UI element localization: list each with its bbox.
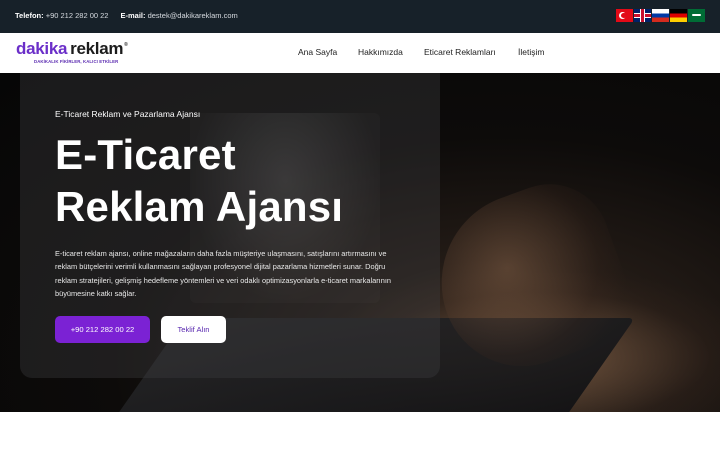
de-flag-icon[interactable]: [670, 9, 687, 22]
tr-flag-icon[interactable]: [616, 9, 633, 22]
phone-label: Telefon:: [15, 11, 44, 20]
hero-title-line-1: E-Ticaret: [55, 131, 236, 178]
phone-call-button[interactable]: +90 212 282 00 22: [55, 316, 150, 343]
nav-item-hakkimizda[interactable]: Hakkımızda: [358, 47, 403, 57]
gb-flag-icon[interactable]: [634, 9, 651, 22]
hero-title-line-2: Reklam Ajansı: [55, 183, 344, 230]
email-label: E-mail:: [120, 11, 146, 20]
logo-tagline: DAKİKALIK FİKİRLER, KALICI ETKİLER: [34, 59, 119, 64]
hero-section: E-Ticaret Reklam ve Pazarlama Ajansı E-T…: [0, 73, 720, 412]
get-quote-button[interactable]: Teklif Alın: [161, 316, 226, 343]
email-value[interactable]: destek@dakikareklam.com: [148, 11, 238, 20]
nav-item-iletisim[interactable]: İletişim: [518, 47, 544, 57]
email-contact[interactable]: E-mail: destek@dakikareklam.com: [120, 11, 237, 20]
site-header: dakika reklam ® DAKİKALIK FİKİRLER, KALI…: [0, 33, 720, 73]
next-section: [0, 412, 720, 450]
hero-title: E-Ticaret Reklam Ajansı: [55, 129, 415, 233]
hero-kicker: E-Ticaret Reklam ve Pazarlama Ajansı: [55, 109, 201, 119]
sa-flag-icon[interactable]: [688, 9, 705, 22]
nav-item-ana-sayfa[interactable]: Ana Sayfa: [298, 47, 337, 57]
phone-contact[interactable]: Telefon: +90 212 282 00 22: [15, 11, 108, 20]
phone-value[interactable]: +90 212 282 00 22: [46, 11, 109, 20]
language-switcher: [616, 9, 705, 22]
nav-item-eticaret-reklamlari[interactable]: Eticaret Reklamları: [424, 47, 496, 57]
contact-info: Telefon: +90 212 282 00 22 E-mail: deste…: [15, 11, 238, 20]
ru-flag-icon[interactable]: [652, 9, 669, 22]
top-bar: Telefon: +90 212 282 00 22 E-mail: deste…: [0, 0, 720, 33]
hero-description: E-ticaret reklam ajansı, online mağazala…: [55, 249, 391, 299]
main-nav: Ana Sayfa Hakkımızda Eticaret Reklamları…: [0, 47, 720, 59]
page: Telefon: +90 212 282 00 22 E-mail: deste…: [0, 0, 720, 450]
